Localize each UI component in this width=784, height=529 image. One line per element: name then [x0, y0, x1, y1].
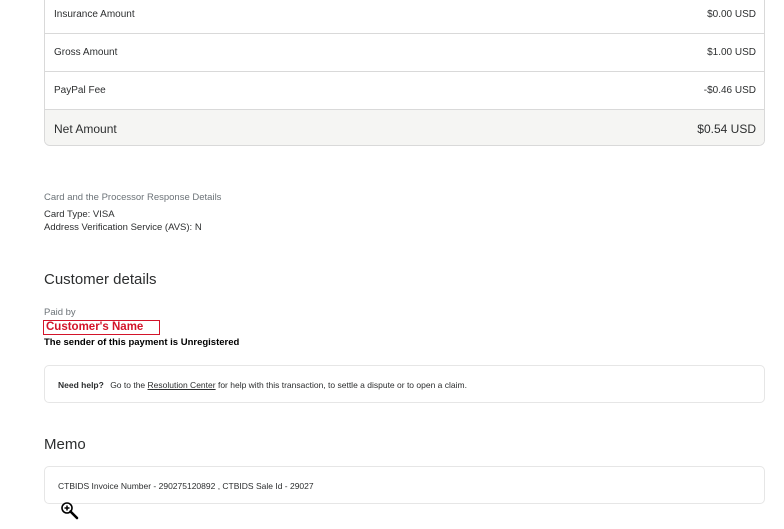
- insurance-amount-label: Insurance Amount: [54, 9, 135, 20]
- zoom-in-icon[interactable]: [60, 501, 80, 521]
- memo-text: CTBIDS Invoice Number - 290275120892 , C…: [58, 481, 314, 491]
- paypal-fee-value: -$0.46 USD: [703, 85, 756, 96]
- customer-name: Customer's Name: [43, 320, 160, 335]
- table-row: Insurance Amount $0.00 USD: [45, 0, 764, 34]
- table-row: PayPal Fee -$0.46 USD: [45, 72, 764, 110]
- memo-heading: Memo: [44, 436, 86, 453]
- net-amount-value: $0.54 USD: [697, 122, 756, 136]
- help-post-text: for help with this transaction, to settl…: [217, 380, 467, 390]
- sender-status: The sender of this payment is Unregister…: [44, 337, 240, 348]
- insurance-amount-value: $0.00 USD: [707, 9, 756, 20]
- avs-result: Address Verification Service (AVS): N: [44, 222, 202, 233]
- paypal-fee-label: PayPal Fee: [54, 85, 106, 96]
- help-box: Need help? Go to the Resolution Center f…: [44, 365, 765, 403]
- net-amount-row: Net Amount $0.54 USD: [45, 110, 764, 145]
- gross-amount-value: $1.00 USD: [707, 47, 756, 58]
- card-type: Card Type: VISA: [44, 209, 115, 220]
- net-amount-label: Net Amount: [54, 122, 117, 136]
- customer-details-heading: Customer details: [44, 271, 157, 288]
- table-row: Gross Amount $1.00 USD: [45, 34, 764, 72]
- help-heading: Need help?: [58, 380, 104, 390]
- memo-box: CTBIDS Invoice Number - 290275120892 , C…: [44, 466, 765, 504]
- paid-by-label: Paid by: [44, 307, 76, 318]
- gross-amount-label: Gross Amount: [54, 47, 118, 58]
- card-details-caption: Card and the Processor Response Details: [44, 192, 222, 203]
- help-pre-text: Go to the: [110, 380, 146, 390]
- resolution-center-link[interactable]: Resolution Center: [148, 380, 216, 390]
- amount-summary-table: Insurance Amount $0.00 USD Gross Amount …: [44, 0, 765, 146]
- help-text: Need help? Go to the Resolution Center f…: [58, 380, 467, 390]
